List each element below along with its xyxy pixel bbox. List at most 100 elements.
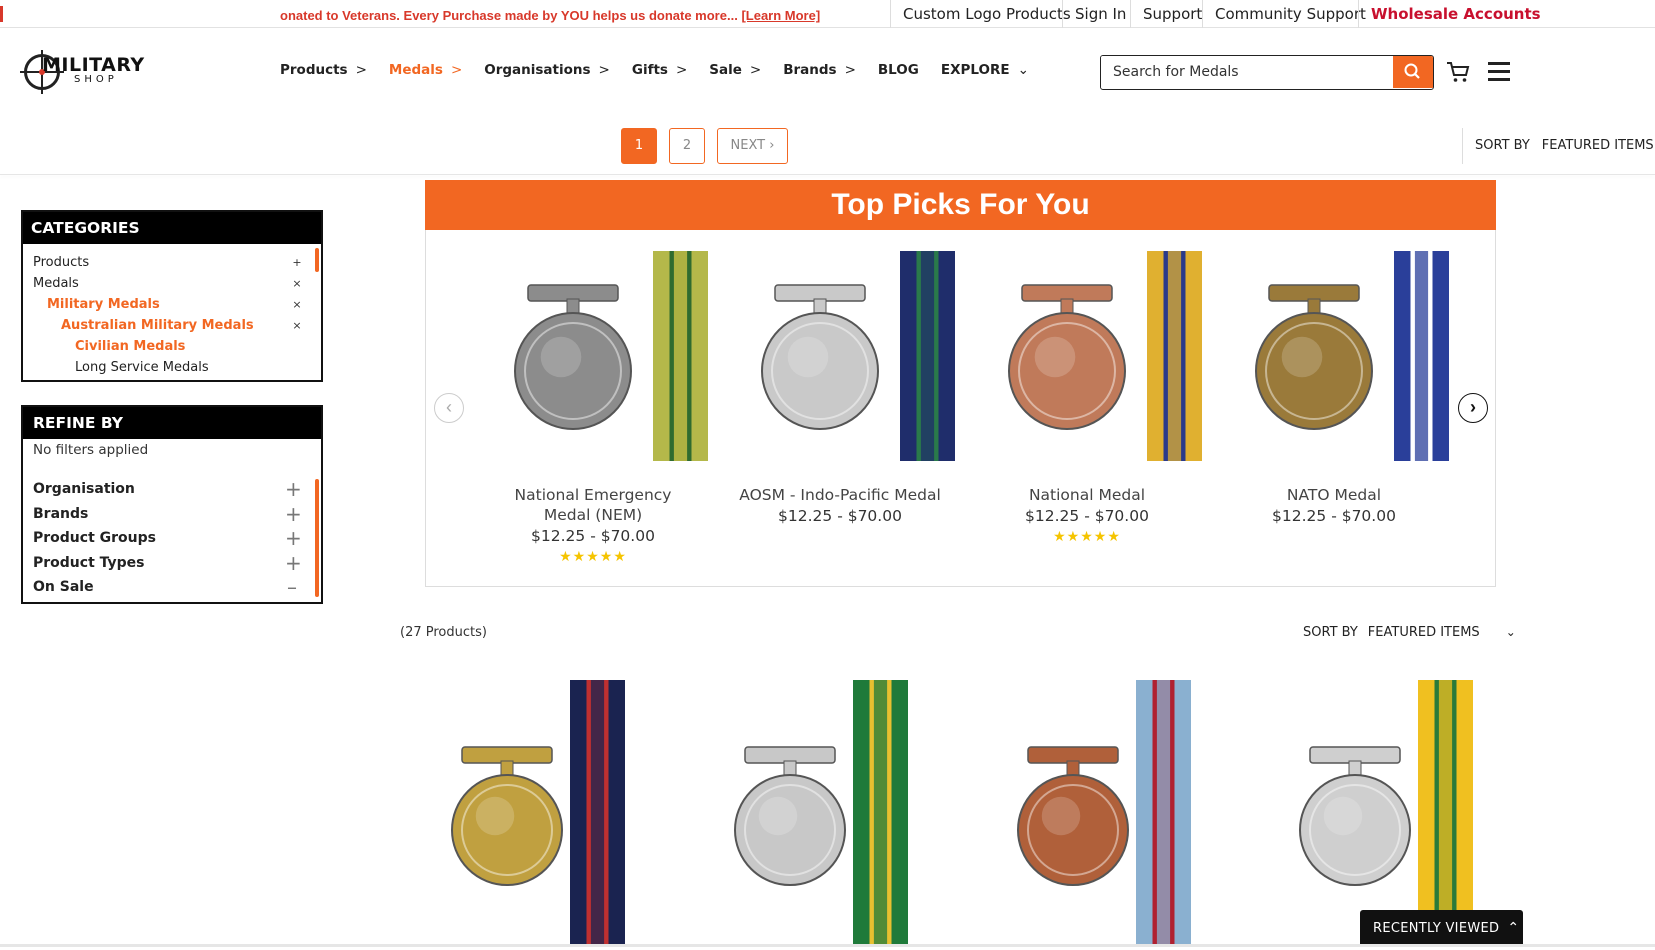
minus-icon[interactable]: –: [285, 575, 299, 600]
logo-line1: MILITARY: [42, 54, 145, 76]
filter-brands[interactable]: Brands +: [23, 502, 321, 527]
hamburger-menu-icon[interactable]: [1488, 62, 1510, 82]
categories-scrollbar[interactable]: [315, 248, 319, 272]
product-name[interactable]: National Emergency Medal (NEM): [478, 485, 708, 525]
filter-label: Product Types: [33, 554, 145, 571]
sort-value: FEATURED ITEMS: [1541, 138, 1654, 153]
product-image[interactable]: [725, 251, 955, 471]
chevron-right-icon: >: [598, 62, 610, 78]
category-label: Long Service Medals: [75, 360, 209, 375]
remove-icon[interactable]: ×: [291, 299, 303, 311]
recently-viewed-toggle[interactable]: RECENTLY VIEWED ⌃: [1360, 910, 1523, 947]
product-card[interactable]: National Medal $12.25 - $70.00 ★★★★★: [972, 251, 1202, 545]
learn-more-link[interactable]: [Learn More]: [741, 8, 820, 23]
main-navigation: Products > Medals > Organisations > Gifts > …: [280, 62, 1051, 82]
medal-image: [972, 251, 1202, 475]
nav-organisations[interactable]: Organisations >: [484, 62, 610, 82]
sort-control-listing[interactable]: SORT BY FEATURED ITEMS ⌄: [1303, 625, 1516, 640]
expand-icon[interactable]: +: [291, 257, 303, 269]
product-name[interactable]: National Medal: [972, 485, 1202, 505]
nav-gifts[interactable]: Gifts >: [632, 62, 687, 82]
filter-label: Product Groups: [33, 530, 156, 546]
plus-icon[interactable]: +: [285, 526, 302, 551]
refine-panel: REFINE BY No filters applied Organisatio…: [21, 405, 323, 604]
filter-on-sale[interactable]: On Sale –: [23, 575, 321, 600]
search-button[interactable]: [1393, 56, 1433, 88]
next-label: NEXT: [730, 138, 766, 153]
chevron-left-icon: ‹: [446, 397, 452, 417]
page-2-button[interactable]: 2: [669, 128, 705, 164]
filter-product-types[interactable]: Product Types +: [23, 551, 321, 576]
remove-icon[interactable]: ×: [291, 278, 303, 290]
nav-sale[interactable]: Sale >: [709, 62, 761, 82]
site-logo[interactable]: MILITARY SHOP: [20, 50, 144, 94]
plus-icon[interactable]: +: [285, 551, 302, 576]
product-count: (27 Products): [400, 625, 487, 640]
cart-icon[interactable]: [1445, 60, 1471, 84]
wholesale-accounts-link[interactable]: Wholesale Accounts: [1358, 0, 1553, 28]
product-price: $12.25 - $70.00: [1272, 507, 1396, 525]
nav-label: BLOG: [877, 62, 919, 78]
carousel-next-button[interactable]: ›: [1458, 393, 1488, 423]
product-image[interactable]: [1219, 251, 1449, 471]
announcement-text: onated to Veterans. Every Purchase made …: [280, 8, 738, 23]
category-label: Australian Military Medals: [61, 318, 254, 333]
product-image[interactable]: [478, 251, 708, 471]
medal-image: [725, 251, 955, 475]
filter-label: Brands: [33, 505, 89, 522]
medal-image: [1219, 251, 1449, 475]
category-products[interactable]: Products +: [23, 252, 321, 273]
search-input[interactable]: [1101, 56, 1391, 88]
product-card[interactable]: National Emergency Medal (NEM) $12.25 - …: [478, 251, 708, 565]
listing-product-image[interactable]: [998, 680, 1238, 945]
nav-label: Products: [280, 62, 348, 78]
next-page-button[interactable]: NEXT ›: [717, 128, 788, 164]
filter-label: On Sale: [33, 579, 94, 595]
plus-icon[interactable]: +: [285, 502, 302, 527]
refine-scrollbar[interactable]: [315, 479, 319, 597]
nav-label: EXPLORE: [940, 62, 1010, 78]
header-divider: [0, 174, 1655, 175]
nav-blog[interactable]: BLOG: [878, 62, 919, 82]
product-name[interactable]: NATO Medal: [1219, 485, 1449, 505]
filter-product-groups[interactable]: Product Groups +: [23, 526, 321, 551]
sort-control-top[interactable]: SORT BY FEATURED ITEMS: [1462, 128, 1654, 164]
product-image[interactable]: [972, 251, 1202, 471]
listing-product-image[interactable]: [1280, 680, 1520, 945]
plus-icon[interactable]: +: [285, 477, 302, 502]
product-price: $12.25 - $70.00: [531, 527, 655, 545]
carousel-prev-button[interactable]: ‹: [434, 393, 464, 423]
logo-line2: SHOP: [74, 74, 118, 85]
chevron-right-icon: ›: [769, 138, 775, 153]
rating-stars: ★★★★★: [559, 549, 627, 565]
category-military-medals[interactable]: Military Medals ×: [23, 294, 321, 315]
search-icon: [1404, 63, 1420, 79]
product-card[interactable]: AOSM - Indo-Pacific Medal $12.25 - $70.0…: [725, 251, 955, 529]
search-bar: [1100, 55, 1434, 90]
page-1-button[interactable]: 1: [621, 128, 657, 164]
category-long-service-medals[interactable]: Long Service Medals: [23, 357, 321, 378]
nav-explore[interactable]: EXPLORE ⌄: [941, 62, 1029, 82]
community-support-link[interactable]: Community Support: [1202, 0, 1378, 28]
remove-icon[interactable]: ×: [291, 320, 303, 332]
chevron-right-icon: >: [355, 62, 367, 78]
category-civilian-medals[interactable]: Civilian Medals: [23, 336, 321, 357]
custom-logo-products-link[interactable]: Custom Logo Products: [890, 0, 1083, 28]
category-australian-military-medals[interactable]: Australian Military Medals ×: [23, 315, 321, 336]
sign-in-link[interactable]: Sign In: [1062, 0, 1138, 28]
product-card[interactable]: NATO Medal $12.25 - $70.00: [1219, 251, 1449, 529]
nav-label: Sale: [709, 62, 742, 78]
category-medals[interactable]: Medals ×: [23, 273, 321, 294]
nav-medals[interactable]: Medals >: [389, 62, 462, 82]
listing-product-image[interactable]: [715, 680, 955, 945]
listing-product-image[interactable]: [432, 680, 672, 945]
filter-organisation[interactable]: Organisation +: [23, 477, 321, 502]
filter-label: Organisation: [33, 481, 135, 497]
nav-label: Medals: [388, 62, 443, 78]
refine-title: REFINE BY: [23, 407, 321, 439]
nav-products[interactable]: Products >: [280, 62, 367, 82]
product-name[interactable]: AOSM - Indo-Pacific Medal: [725, 485, 955, 505]
nav-brands[interactable]: Brands >: [783, 62, 856, 82]
chevron-down-icon: ⌄: [1017, 62, 1029, 78]
top-picks-carousel: Top Picks For You ‹ › National Emergency…: [425, 180, 1496, 587]
